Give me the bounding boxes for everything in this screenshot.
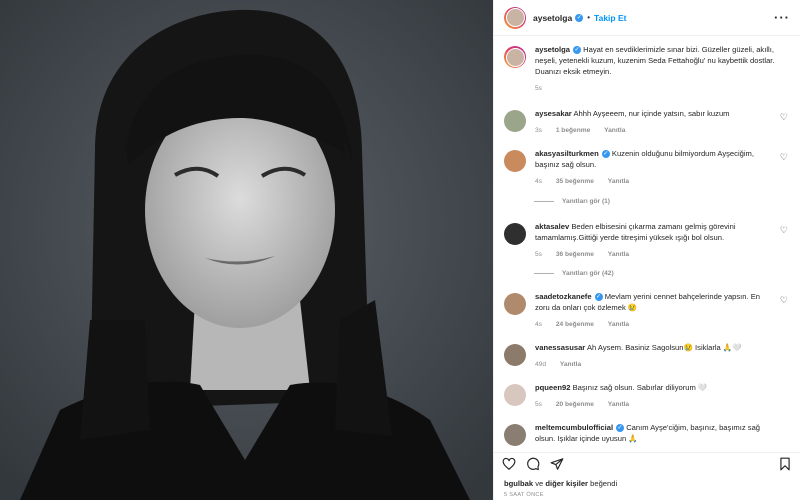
comment-text: Başınız sağ olsun. Sabırlar diliyorum 🤍 [572,383,708,392]
portrait-image [0,0,493,500]
comment-username[interactable]: aysesakar [535,109,572,118]
comment-username[interactable]: saadetozkanefe [535,292,592,301]
comment-item: saadetozkanefe ✓ Mevlam yerini cennet bah… [494,291,800,330]
verified-badge-icon: ✓ [616,424,625,432]
comment-item: vanessasusar Ah Aysem. Basiniz Sagolsun😢… [494,342,800,370]
commenter-avatar[interactable] [504,110,526,132]
reply-button[interactable]: Yanıtla [608,251,629,258]
share-icon[interactable] [550,457,564,471]
comment-likes[interactable]: 20 beğenme [556,401,594,408]
comment-item: akasyasilturkmen ✓ Kuzenin olduğunu bilmi… [494,148,800,187]
comment-item: aysesakar Ahhh Ayşeeem, nur içinde yatsı… [494,108,800,136]
verified-badge-icon: ✓ [575,13,584,22]
comment-item: pqueen92 Başınız sağ olsun. Sabırlar dil… [494,382,800,410]
comment-username[interactable]: vanessasusar [535,343,585,352]
comment-time: 3s [535,127,542,134]
comment-likes[interactable]: 35 beğenme [556,178,594,185]
follow-button[interactable]: Takip Et [594,13,626,23]
post-viewer: aysetolga ✓ • Takip Et ··· aysetolga ✓ Ha… [0,0,800,500]
comment-username[interactable]: meltemcumbulofficial [535,423,613,432]
caption-text: Hayat en sevdiklerimizle sınar bizi. Güz… [535,45,775,76]
heart-icon[interactable]: ♡ [780,152,788,163]
heart-icon[interactable] [502,457,516,471]
reply-button[interactable]: Yanıtla [608,178,629,185]
comment-text: Ah Aysem. Basiniz Sagolsun😢 Isiklarla 🙏🤍 [586,343,742,352]
verified-badge-icon: ✓ [601,150,610,158]
post-timestamp: 5 SAAT ÖNCE [504,492,544,498]
commenter-avatar[interactable] [504,424,526,446]
heart-icon[interactable]: ♡ [780,112,788,123]
verified-badge-icon: ✓ [573,46,582,54]
commenter-avatar[interactable] [504,344,526,366]
liked-by-text: bgulbak ve diğer kişiler beğendi [504,479,618,488]
more-options-icon[interactable]: ··· [774,10,790,25]
comment-icon[interactable] [526,457,540,471]
reply-button[interactable]: Yanıtla [608,321,629,328]
liked-by-others[interactable]: diğer kişiler [545,479,588,488]
post-action-bar [494,452,800,474]
comment-time: 49d [535,361,547,368]
comment-likes[interactable]: 24 beğenme [556,321,594,328]
comment-username[interactable]: pqueen92 [535,383,570,392]
comment-likes[interactable]: 36 beğenme [556,251,594,258]
comment-time: 5s [535,401,542,408]
post-side-panel: aysetolga ✓ • Takip Et ··· aysetolga ✓ Ha… [493,0,800,500]
comment-item: aktasalev Beden elbisesini çıkarma zaman… [494,221,800,260]
view-replies-button[interactable]: Yanıtları gör (42) [534,270,800,277]
commenter-avatar[interactable] [504,293,526,315]
reply-button[interactable]: Yanıtla [604,127,625,134]
commenter-avatar[interactable] [504,150,526,172]
separator-dot: • [587,13,591,22]
comment-username[interactable]: aktasalev [535,222,569,231]
reply-button[interactable]: Yanıtla [608,401,629,408]
author-username[interactable]: aysetolga [533,13,572,23]
reply-button[interactable]: Yanıtla [560,361,581,368]
comment-item: meltemcumbulofficial ✓ Canım Ayşe'ciğim, … [494,422,800,446]
comment-likes[interactable]: 1 beğenme [556,127,590,134]
comment-time: 5s [535,251,542,258]
commenter-avatar[interactable] [504,384,526,406]
caption: aysetolga ✓ Hayat en sevdiklerimizle sına… [494,44,800,94]
caption-username[interactable]: aysetolga [535,45,570,54]
comment-text: Ahhh Ayşeeem, nur içinde yatsın, sabır k… [573,109,730,118]
view-replies-button[interactable]: Yanıtları gör (1) [534,198,800,205]
verified-badge-icon: ✓ [594,293,603,301]
comments-scroll-area[interactable]: aysetolga ✓ Hayat en sevdiklerimizle sına… [494,36,800,450]
heart-icon[interactable]: ♡ [780,295,788,306]
comment-time: 4s [535,178,542,185]
comment-username[interactable]: akasyasilturkmen [535,149,599,158]
commenter-avatar[interactable] [504,223,526,245]
liked-by-user[interactable]: bgulbak [504,479,533,488]
post-header: aysetolga ✓ • Takip Et ··· [494,0,800,36]
comment-time: 4s [535,321,542,328]
post-photo [0,0,493,500]
heart-icon[interactable]: ♡ [780,225,788,236]
author-avatar[interactable] [504,46,526,68]
bookmark-icon[interactable] [778,457,792,471]
author-avatar[interactable] [504,6,526,29]
caption-time: 5s [535,85,542,92]
